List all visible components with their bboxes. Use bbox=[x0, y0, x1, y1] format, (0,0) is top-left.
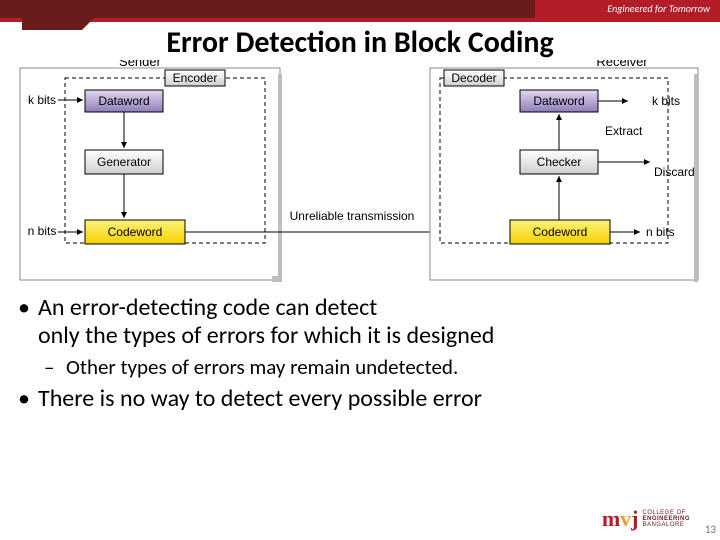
decoder-label: Decoder bbox=[451, 71, 496, 85]
sender-dataword: Dataword bbox=[98, 94, 149, 108]
sender-kbits: k bits bbox=[28, 93, 56, 107]
bullet-2: There is no way to detect every possible… bbox=[18, 385, 702, 413]
discard-label: Discard bbox=[654, 165, 695, 179]
receiver-kbits: k bits bbox=[652, 94, 680, 108]
bullet-1: An error-detecting code can detect only … bbox=[18, 294, 702, 379]
page-number: 13 bbox=[705, 523, 716, 536]
block-coding-diagram: Sender Encoder k bits Dataword Generator… bbox=[10, 60, 710, 288]
sub-bullet-1: Other types of errors may remain undetec… bbox=[44, 355, 702, 380]
bullet-content: An error-detecting code can detect only … bbox=[18, 294, 702, 420]
header-bar-dark bbox=[0, 0, 535, 18]
sender-nbits: n bits bbox=[28, 224, 57, 238]
checker-label: Checker bbox=[537, 155, 582, 169]
receiver-nbits: n bits bbox=[646, 225, 675, 239]
encoder-label: Encoder bbox=[173, 71, 218, 85]
channel-label: Unreliable transmission bbox=[290, 209, 415, 223]
bullet-1-line2: only the types of errors for which it is… bbox=[38, 321, 494, 350]
receiver-title: Receiver bbox=[596, 60, 648, 69]
slide-title: Error Detection in Block Coding bbox=[0, 24, 720, 61]
extract-label: Extract bbox=[605, 124, 643, 138]
receiver-codeword: Codeword bbox=[533, 225, 588, 239]
receiver-dataword: Dataword bbox=[533, 94, 584, 108]
logo-line3: BANGALORE bbox=[642, 522, 690, 528]
generator-label: Generator bbox=[97, 155, 151, 169]
header-tagline: Engineered for Tomorrow bbox=[607, 2, 710, 15]
bullet-1-line1: An error-detecting code can detect bbox=[38, 293, 377, 322]
sender-title: Sender bbox=[119, 60, 162, 69]
mvj-logo: mvj COLLEGE OF ENGINEERING BANGALORE bbox=[602, 506, 690, 532]
sender-codeword: Codeword bbox=[108, 225, 163, 239]
